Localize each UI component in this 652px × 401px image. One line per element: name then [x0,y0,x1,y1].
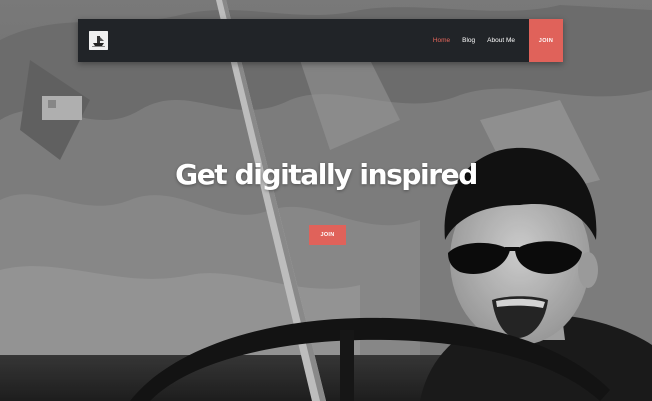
ship-logo-icon[interactable] [89,31,108,50]
nav-links: Home Blog About Me [433,19,515,62]
hero-join-button[interactable]: JOIN [309,225,346,245]
nav-join-button[interactable]: JOIN [529,19,563,62]
hero-headline: Get digitally inspired [175,158,478,191]
nav-link-about-me[interactable]: About Me [487,37,515,44]
nav-link-blog[interactable]: Blog [462,37,475,44]
nav-link-home[interactable]: Home [433,37,450,44]
top-navbar: Home Blog About Me JOIN [78,19,563,62]
